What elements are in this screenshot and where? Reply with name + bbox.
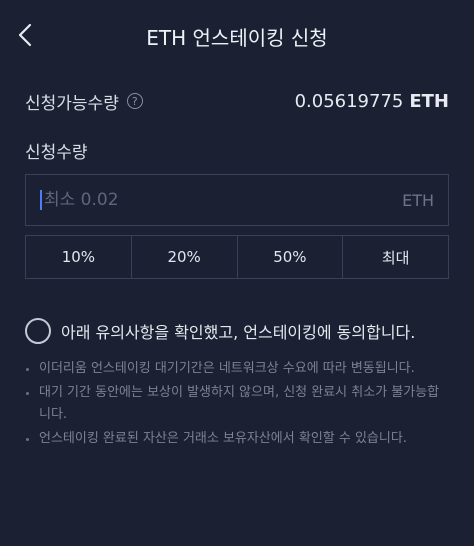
agreement-text: 아래 유의사항을 확인했고, 언스테이킹에 동의합니다. [61,323,416,342]
header: ETH 언스테이킹 신청 [0,0,474,70]
notice-text: 이더리움 언스테이킹 대기기간은 네트워크상 수요에 따라 변동됩니다. [39,361,415,376]
agreement-checkbox[interactable] [25,318,51,344]
notice-text: 대기 기간 동안에는 보상이 발생하지 않으며, 신청 완료시 취소가 불가능합… [39,385,440,422]
notice-list: 이더리움 언스테이킹 대기기간은 네트워크상 수요에 따라 변동됩니다. 대기 … [25,358,449,452]
notice-item: 언스테이킹 완료된 자산은 거래소 보유자산에서 확인할 수 있습니다. [25,428,449,450]
notice-item: 이더리움 언스테이킹 대기기간은 네트워크상 수요에 따라 변동됩니다. [25,358,449,380]
available-value: 0.05619775 [294,90,404,112]
amount-field[interactable]: ETH [25,174,449,226]
bullet-icon [26,392,29,395]
available-amount-row: 신청가능수량 ? 0.05619775 ETH [25,88,449,114]
help-icon[interactable]: ? [126,93,143,109]
notice-item: 대기 기간 동안에는 보상이 발생하지 않으며, 신청 완료시 취소가 불가능합… [25,382,449,426]
amount-label: 신청수량 [25,143,88,163]
amount-unit: ETH [402,190,434,210]
notice-text: 언스테이킹 완료된 자산은 거래소 보유자산에서 확인할 수 있습니다. [39,431,407,446]
percent-20-button[interactable]: 20% [132,236,238,278]
percent-10-button[interactable]: 10% [26,236,132,278]
available-label: 신청가능수량 [25,93,119,114]
max-button[interactable]: 최대 [343,236,448,278]
bullet-icon [26,368,29,371]
page-title: ETH 언스테이킹 신청 [146,26,328,50]
available-value-group: 0.05619775 ETH [295,91,449,112]
percent-50-button[interactable]: 50% [238,236,344,278]
percent-buttons: 10% 20% 50% 최대 [25,235,449,279]
amount-input[interactable] [44,190,403,210]
available-unit: ETH [409,90,449,112]
text-cursor [40,190,42,210]
available-label-group: 신청가능수량 ? [25,89,143,114]
agreement-row[interactable]: 아래 유의사항을 확인했고, 언스테이킹에 동의합니다. [25,317,454,345]
bullet-icon [26,438,29,441]
